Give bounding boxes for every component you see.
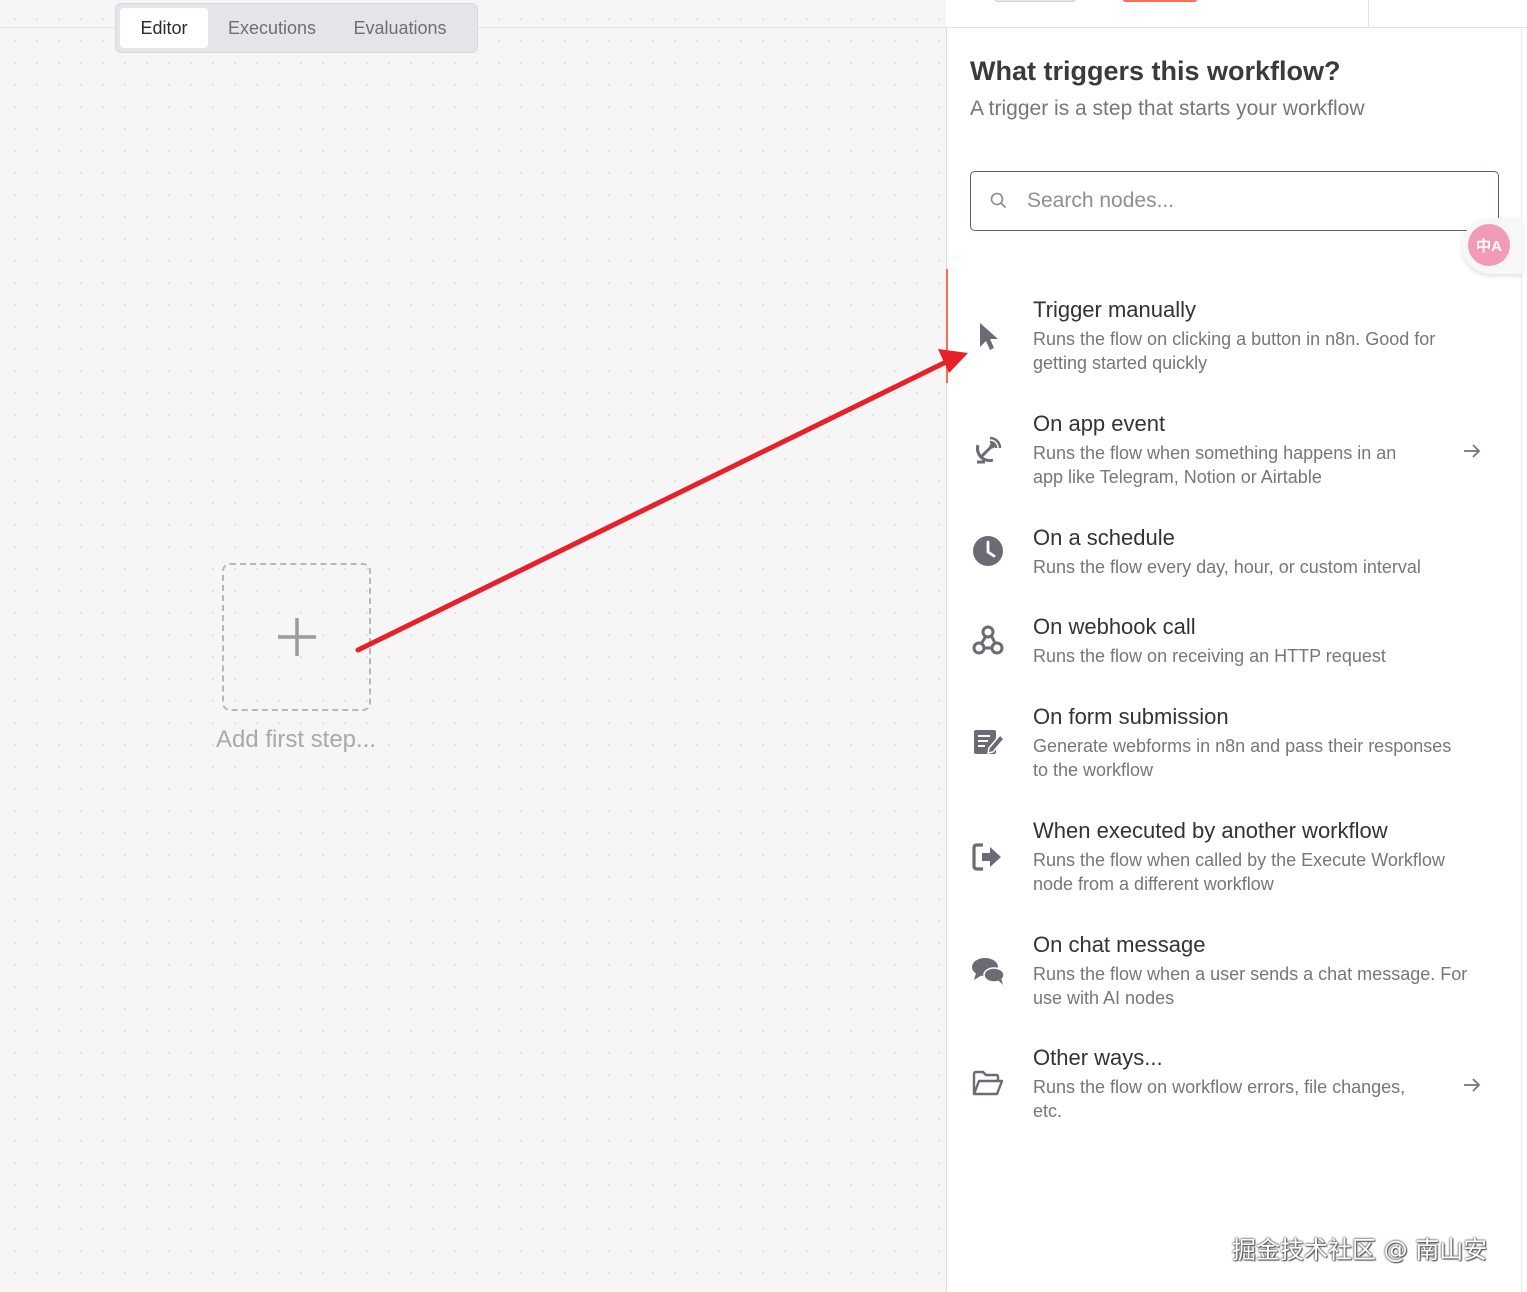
trigger-item-desc: Runs the flow when a user sends a chat m… (1033, 964, 1468, 1008)
plus-icon (277, 618, 316, 656)
trigger-item-form[interactable]: On form submission Generate webforms in … (947, 704, 1527, 784)
folder-open-icon (972, 1070, 1004, 1096)
trigger-item-desc: Generate webforms in n8n and pass their … (1033, 736, 1452, 780)
add-first-step-button[interactable] (222, 563, 371, 711)
form-edit-icon (974, 730, 1005, 754)
trigger-item-title: On app event (1033, 411, 1166, 436)
arrow-right-icon (1464, 1078, 1481, 1092)
trigger-item-desc: Runs the flow when called by the Execute… (1033, 850, 1445, 894)
trigger-item-title: Other ways... (1033, 1045, 1163, 1070)
translate-button[interactable]: 中A (1462, 218, 1522, 274)
search-box (970, 171, 1499, 231)
trigger-item-title: Trigger manually (1033, 297, 1197, 322)
topbar-button-secondary[interactable] (994, 0, 1076, 2)
trigger-item-schedule[interactable]: On a schedule Runs the flow every day, h… (947, 525, 1527, 585)
trigger-item-app-event[interactable]: On app event Runs the flow when somethin… (947, 411, 1527, 491)
search-icon (990, 192, 1006, 208)
trigger-item-desc: Runs the flow every day, hour, or custom… (1033, 557, 1421, 577)
trigger-item-desc: Runs the flow on receiving an HTTP reque… (1033, 646, 1386, 666)
trigger-panel: What triggers this workflow? A trigger i… (946, 28, 1527, 1292)
workflow-canvas[interactable] (0, 0, 946, 1292)
satellite-dish-icon (976, 436, 1002, 464)
trigger-item-title: On a schedule (1033, 525, 1175, 550)
sign-in-icon (972, 843, 1001, 871)
webhook-icon (972, 625, 1004, 655)
add-first-step-label: Add first step... (215, 726, 377, 753)
tab-editor[interactable]: Editor (120, 8, 208, 48)
clock-icon (973, 536, 1003, 566)
trigger-item-desc: Runs the flow on clicking a button in n8… (1033, 329, 1436, 373)
trigger-item-title: On chat message (1033, 932, 1206, 957)
trigger-item-chat[interactable]: On chat message Runs the flow when a use… (947, 932, 1527, 1012)
tab-evaluations[interactable]: Evaluations (336, 8, 464, 48)
trigger-item-other[interactable]: Other ways... Runs the flow on workflow … (947, 1045, 1527, 1125)
panel-title: What triggers this workflow? (970, 56, 1341, 86)
trigger-item-title: When executed by another workflow (1033, 818, 1388, 843)
trigger-item-webhook[interactable]: On webhook call Runs the flow on receivi… (947, 614, 1527, 674)
trigger-item-execute-workflow[interactable]: When executed by another workflow Runs t… (947, 818, 1527, 898)
chat-bubbles-icon (972, 958, 1005, 985)
trigger-item-title: On form submission (1033, 704, 1229, 729)
topbar-button-primary[interactable] (1122, 0, 1198, 2)
panel-subtitle: A trigger is a step that starts your wor… (970, 97, 1365, 120)
translate-icon: 中A (1468, 224, 1510, 266)
topbar-divider (1368, 0, 1369, 28)
view-tabs: Editor Executions Evaluations (115, 3, 478, 53)
cursor-icon (980, 323, 998, 350)
trigger-item-title: On webhook call (1033, 614, 1196, 639)
arrow-right-icon (1464, 444, 1481, 458)
search-input[interactable] (1027, 184, 1467, 218)
watermark: 掘金技术社区 @ 南山安 (1232, 1236, 1488, 1264)
trigger-item-desc: Runs the flow when something happens in … (1033, 443, 1397, 487)
trigger-item-desc: Runs the flow on workflow errors, file c… (1033, 1077, 1406, 1121)
tab-executions[interactable]: Executions (212, 8, 332, 48)
trigger-item-manual[interactable]: Trigger manually Runs the flow on clicki… (946, 269, 1527, 383)
